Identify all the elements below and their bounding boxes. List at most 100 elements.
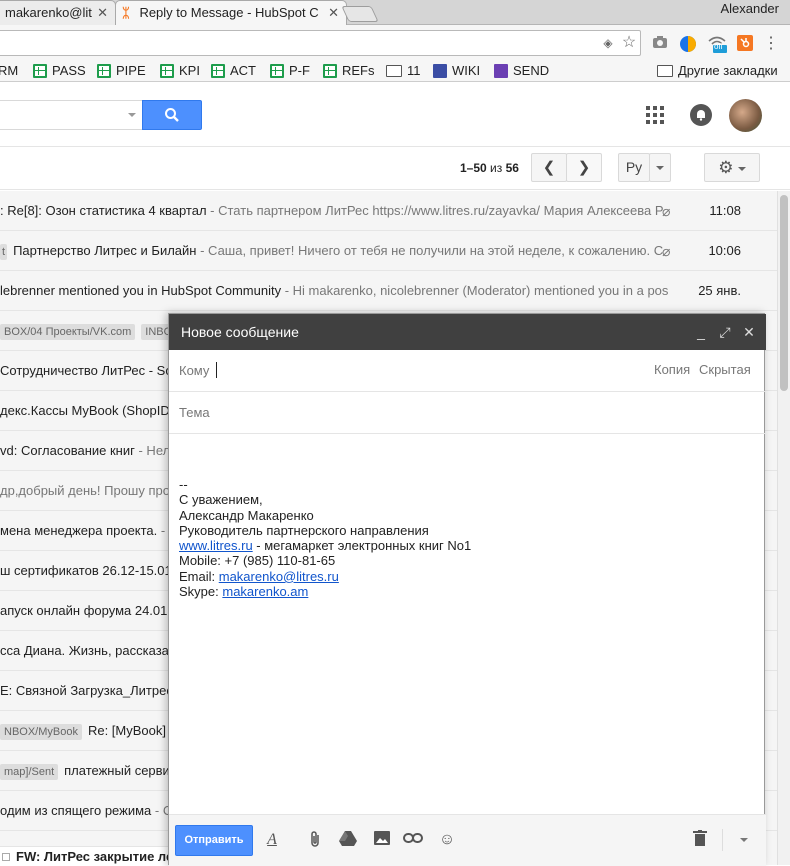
- address-bar[interactable]: ◈ ☆: [0, 30, 641, 56]
- row-subject: Партнерство Литрес и Билайн: [13, 243, 197, 258]
- signature-skype-line: Skype: makarenko.am: [179, 584, 471, 599]
- bookmark-wiki[interactable]: WIKI: [433, 63, 480, 78]
- bookmark-act[interactable]: ACT: [211, 63, 256, 78]
- close-icon[interactable]: ✕: [328, 1, 339, 24]
- emoji-icon[interactable]: ☺: [437, 830, 457, 850]
- bcc-link[interactable]: Скрытая: [699, 362, 751, 377]
- profile-name[interactable]: Alexander: [720, 1, 779, 16]
- signature[interactable]: -- С уважением, Александр Макаренко Руко…: [179, 477, 471, 599]
- minimize-icon[interactable]: _: [693, 314, 709, 350]
- link-icon[interactable]: [403, 830, 423, 850]
- paperclip-icon: ⌀: [662, 203, 671, 219]
- bookmark-label: RM: [0, 63, 19, 78]
- subject-label: Тема: [179, 405, 210, 420]
- cc-link[interactable]: Копия: [654, 362, 690, 377]
- apps-grid-icon[interactable]: [646, 106, 664, 124]
- skype-label: Skype:: [179, 584, 223, 600]
- row-subject: : Re[8]: Озон статистика 4 квартал: [0, 203, 207, 218]
- older-button[interactable]: ❯: [566, 153, 602, 182]
- chevron-down-icon[interactable]: [128, 113, 136, 117]
- search-input[interactable]: [0, 100, 142, 130]
- row-subject: Сотрудничество ЛитРес - So: [0, 363, 173, 378]
- text-cursor: [216, 362, 217, 378]
- bookmark-pass[interactable]: PASS: [33, 63, 86, 78]
- notifications-bell-icon[interactable]: [690, 104, 712, 126]
- site-link[interactable]: www.litres.ru: [179, 538, 253, 553]
- table-row[interactable]: : Re[8]: Озон статистика 4 квартал - Ста…: [0, 191, 777, 231]
- bookmark-refs[interactable]: REFs: [323, 63, 375, 78]
- star-icon[interactable]: ☆: [620, 34, 638, 52]
- bookmark-p-f[interactable]: P-F: [270, 63, 310, 78]
- compose-title-bar[interactable]: Новое сообщение _ ⤢ ✕: [169, 314, 766, 350]
- bookmark-label: 11: [407, 63, 421, 78]
- input-tools-dropdown[interactable]: [649, 153, 671, 182]
- trash-icon[interactable]: [690, 830, 710, 850]
- row-label[interactable]: NBOX/MyBook: [0, 723, 82, 740]
- pagination-range: 1–50 из 56: [460, 161, 519, 175]
- row-time: 25 янв.: [698, 283, 741, 298]
- menu-dots-icon[interactable]: ⋮: [762, 35, 780, 53]
- send-button[interactable]: Отправить: [175, 825, 253, 856]
- bookmark-kpi[interactable]: KPI: [160, 63, 200, 78]
- hubspot-icon[interactable]: [736, 35, 754, 53]
- email-link[interactable]: makarenko@litres.ru: [219, 569, 339, 584]
- row-snippet: - Hi makarenko, nicolebrenner (Moderator…: [281, 283, 669, 298]
- photo-icon[interactable]: [372, 830, 392, 850]
- newer-button[interactable]: ❮: [531, 153, 567, 182]
- signature-mobile: Mobile: +7 (985) 110-81-65: [179, 553, 336, 569]
- row-subject: одим из спящего режима: [0, 803, 152, 818]
- browser-tab-hubspot[interactable]: ᛯ Reply to Message - HubSpot C ✕: [115, 0, 347, 25]
- bookmark-label: PASS: [52, 63, 86, 78]
- formatting-icon[interactable]: A: [262, 830, 282, 850]
- bookmark-pipe[interactable]: PIPE: [97, 63, 146, 78]
- subject-field[interactable]: Тема: [169, 392, 766, 434]
- hubspot-icon: ᛯ: [122, 5, 130, 20]
- camera-icon[interactable]: [651, 35, 669, 53]
- input-tools-button[interactable]: Ру: [618, 153, 650, 182]
- row-subject: E: Связной Загрузка_Литрес: [0, 683, 173, 698]
- sheet-icon: [97, 63, 111, 78]
- row-label[interactable]: t: [0, 243, 8, 260]
- bookmark-other[interactable]: Другие закладки: [657, 63, 778, 78]
- signature-greeting: С уважением,: [179, 492, 263, 508]
- row-subject: платежный сервис: [64, 763, 177, 778]
- compose-title: Новое сообщение: [181, 324, 299, 340]
- new-tab-button[interactable]: [341, 6, 379, 22]
- skype-link[interactable]: makarenko.am: [222, 584, 308, 599]
- bookmark-label: REFs: [342, 63, 375, 78]
- checkbox[interactable]: [2, 853, 10, 861]
- drive-icon[interactable]: [338, 830, 358, 850]
- more-options-icon[interactable]: [734, 830, 754, 850]
- paperclip-icon[interactable]: [305, 830, 325, 850]
- to-field[interactable]: Кому Копия Скрытая: [169, 350, 766, 392]
- chevron-right-icon: ❯: [577, 159, 591, 176]
- signature-site-line: www.litres.ru - мегамаркет электронных к…: [179, 538, 471, 553]
- pagination-bar: 1–50 из 56 ❮ ❯ Ру ⚙: [0, 148, 790, 190]
- row-subject: мена менеджера проекта.: [0, 523, 158, 538]
- sheet-icon: [323, 63, 337, 78]
- bookmark-label: P-F: [289, 63, 310, 78]
- expand-icon[interactable]: ⤢: [717, 314, 733, 350]
- wifi-off-icon[interactable]: off: [707, 35, 727, 53]
- settings-button[interactable]: ⚙: [704, 153, 760, 182]
- close-icon[interactable]: ✕: [97, 1, 108, 24]
- extension-badge: off: [714, 42, 723, 51]
- close-icon[interactable]: ✕: [741, 314, 757, 350]
- row-label[interactable]: map]/Sent: [0, 763, 59, 780]
- table-row[interactable]: FW: ЛитРес закрытие ле: [0, 846, 168, 865]
- search-button[interactable]: [142, 100, 202, 130]
- bookmark-send[interactable]: SEND: [494, 63, 549, 78]
- table-row[interactable]: lebrenner mentioned you in HubSpot Commu…: [0, 271, 777, 311]
- range-total: 56: [505, 161, 519, 175]
- avatar[interactable]: [729, 99, 762, 132]
- signature-email-line: Email: makarenko@litres.ru: [179, 569, 471, 584]
- browser-tab-gmail[interactable]: makarenko@lit ✕: [0, 0, 116, 25]
- eye-icon[interactable]: ◈: [599, 34, 617, 52]
- table-row[interactable]: t Партнерство Литрес и Билайн - Саша, при…: [0, 231, 777, 271]
- bookmark-folder-11[interactable]: 11: [386, 63, 421, 78]
- row-subject: ш сертификатов 26.12-15.01: [0, 563, 172, 578]
- scrollbar-thumb[interactable]: [780, 195, 788, 391]
- bookmark-rm[interactable]: RM: [0, 63, 18, 78]
- row-label[interactable]: BOX/04 Проекты/VK.com: [0, 323, 136, 340]
- extension-icon[interactable]: [679, 35, 697, 53]
